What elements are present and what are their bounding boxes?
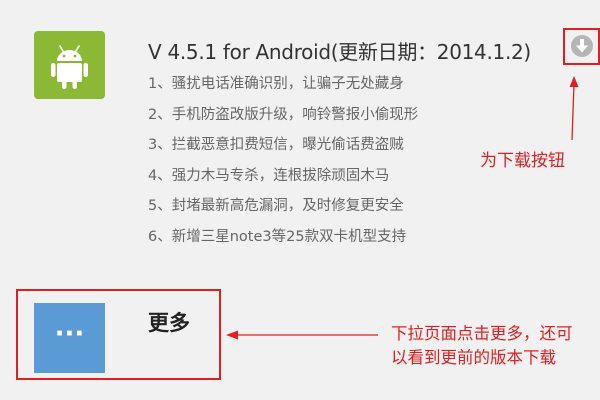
- more-annotation-line: 下拉页面点击更多，还可: [391, 324, 573, 343]
- more-icon[interactable]: ···: [34, 303, 105, 373]
- more-annotation-line: 以看到更前的版本下载: [391, 348, 556, 367]
- more-link[interactable]: 更多: [148, 307, 190, 337]
- download-annotation-arrow: [569, 76, 579, 141]
- more-annotation-arrow: [226, 330, 378, 340]
- more-annotation: 下拉页面点击更多，还可 以看到更前的版本下载: [391, 322, 600, 370]
